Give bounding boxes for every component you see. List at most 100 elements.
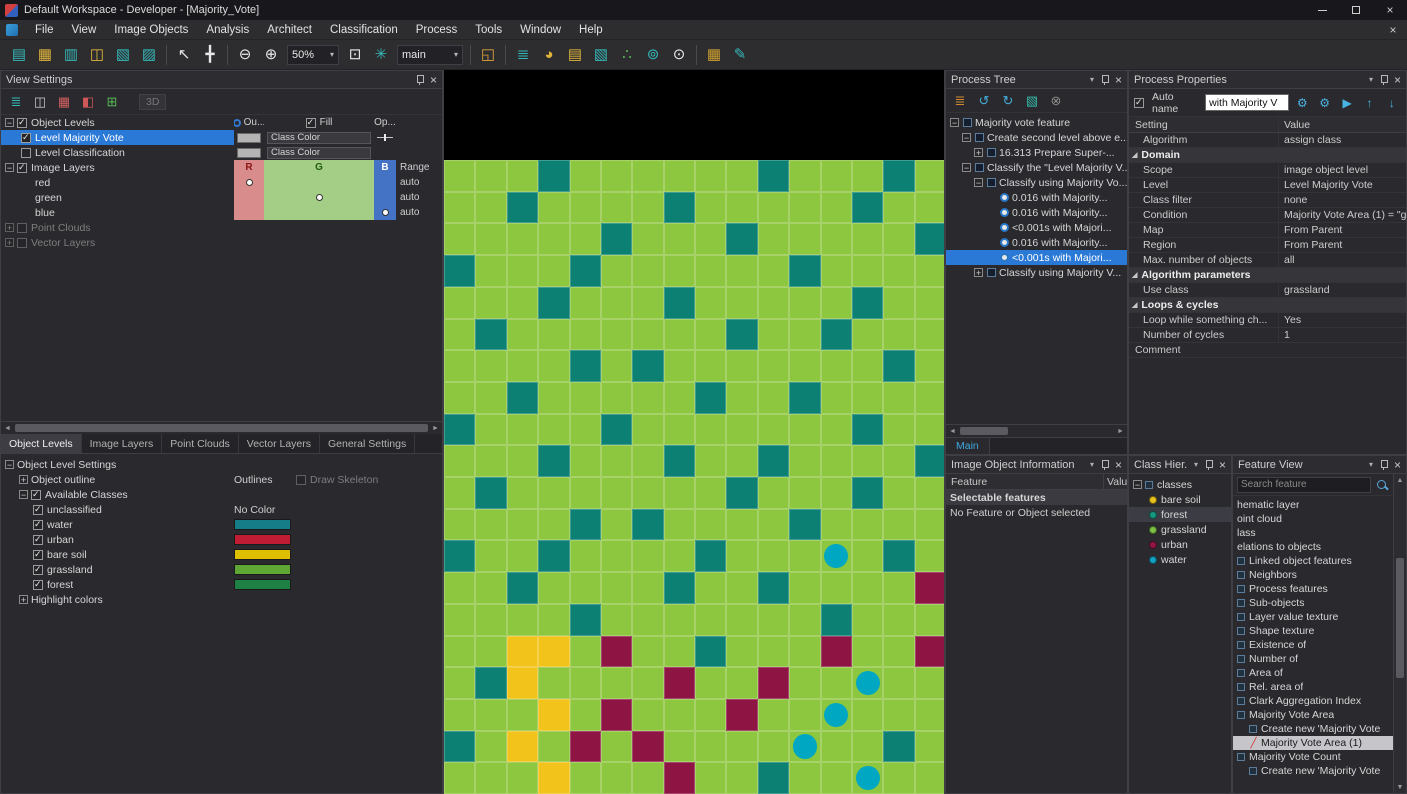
property-group-algorithm-parameters[interactable]: ◢Algorithm parameters — [1129, 268, 1406, 283]
ols-highlight-colors-row[interactable]: +Highlight colors — [1, 592, 442, 607]
map-cell-grassland[interactable] — [789, 604, 820, 636]
map-cell-grassland[interactable] — [789, 636, 820, 668]
map-cell-grassland[interactable] — [538, 223, 569, 255]
class-row-forest[interactable]: forest — [1, 577, 442, 592]
fill-checkbox[interactable] — [306, 118, 316, 128]
map-cell-grassland[interactable] — [915, 350, 945, 382]
class-checkbox[interactable] — [33, 580, 43, 590]
map-cell-forest[interactable] — [507, 572, 538, 604]
tab-image-layers[interactable]: Image Layers — [82, 434, 163, 453]
map-cell-forest[interactable] — [789, 382, 820, 414]
map-cell-forest[interactable] — [538, 287, 569, 319]
range-value[interactable]: auto — [396, 190, 442, 205]
map-cell-grassland[interactable] — [601, 509, 632, 541]
redo-button[interactable]: ↻ — [997, 91, 1019, 111]
feature-item-majority-vote-count[interactable]: Majority Vote Count — [1233, 750, 1393, 764]
map-cell-grassland[interactable] — [570, 319, 601, 351]
level-checkbox[interactable] — [21, 148, 31, 158]
map-cell-grassland[interactable] — [695, 160, 726, 192]
menu-item-architect[interactable]: Architect — [258, 20, 321, 39]
expander-icon[interactable]: − — [5, 460, 14, 469]
map-cell-grassland[interactable] — [538, 667, 569, 699]
map-cell-grassland[interactable] — [852, 319, 883, 351]
map-cell-forest[interactable] — [758, 160, 789, 192]
map-cell-urban[interactable] — [915, 572, 945, 604]
class-color-swatch[interactable] — [234, 579, 291, 590]
scroll-left-icon[interactable]: ◄ — [946, 425, 959, 437]
close-icon[interactable]: × — [430, 73, 437, 87]
map-cell-grassland[interactable] — [570, 477, 601, 509]
map-cell-grassland[interactable] — [538, 255, 569, 287]
map-cell-grassland[interactable] — [601, 477, 632, 509]
map-cell-grassland[interactable] — [789, 223, 820, 255]
create-workspace-button[interactable]: ▦ — [32, 43, 58, 67]
map-cell-forest[interactable] — [726, 477, 757, 509]
map-cell-urban[interactable] — [570, 731, 601, 763]
map-cell-grassland[interactable] — [570, 667, 601, 699]
tree-row-layer-red[interactable]: red auto — [1, 175, 442, 190]
map-cell-grassland[interactable] — [789, 192, 820, 224]
pin-icon[interactable] — [1204, 459, 1213, 471]
map-cell-grassland[interactable] — [789, 160, 820, 192]
map-cell-grassland[interactable] — [726, 509, 757, 541]
map-cell-grassland[interactable] — [789, 445, 820, 477]
map-cell-grassland[interactable] — [758, 382, 789, 414]
map-cell-grassland[interactable] — [444, 350, 475, 382]
map-cell-grassland[interactable] — [915, 477, 945, 509]
feature-item-majority-vote-area-1-[interactable]: ╱Majority Vote Area (1) — [1233, 736, 1393, 750]
map-cell-grassland[interactable] — [758, 477, 789, 509]
class-item-forest[interactable]: forest — [1129, 507, 1231, 522]
blue-channel-cell[interactable] — [374, 205, 396, 220]
class-item-water[interactable]: water — [1129, 552, 1231, 567]
map-cell-grassland[interactable] — [570, 540, 601, 572]
map-cell-urban[interactable] — [915, 636, 945, 668]
map-cell-grassland[interactable] — [695, 731, 726, 763]
open-workspace-button[interactable]: ▤ — [6, 43, 32, 67]
pin-icon[interactable] — [1379, 74, 1388, 86]
menu-item-classification[interactable]: Classification — [321, 20, 407, 39]
map-cell-grassland[interactable] — [915, 667, 945, 699]
expander-icon[interactable]: + — [974, 268, 983, 277]
draw-skeleton-checkbox[interactable] — [296, 475, 306, 485]
map-cell-grassland[interactable] — [475, 414, 506, 446]
property-row-scope[interactable]: Scopeimage object level — [1129, 163, 1406, 178]
map-cell-grassland[interactable] — [538, 477, 569, 509]
map-cell-grassland[interactable] — [664, 604, 695, 636]
menu-item-image-objects[interactable]: Image Objects — [105, 20, 197, 39]
map-cell-forest[interactable] — [789, 255, 820, 287]
feature-item-create-new-majority-vote[interactable]: Create new 'Majority Vote — [1233, 764, 1393, 778]
map-cell-grassland[interactable] — [821, 572, 852, 604]
map-cell-grassland[interactable] — [821, 445, 852, 477]
map-cell-grassland[interactable] — [570, 382, 601, 414]
map-cell-grassland[interactable] — [601, 382, 632, 414]
green-channel-header[interactable]: G — [264, 160, 374, 175]
map-cell-forest[interactable] — [852, 287, 883, 319]
map-cell-grassland[interactable] — [883, 509, 914, 541]
expander-icon[interactable]: − — [950, 118, 959, 127]
map-cell-grassland[interactable] — [664, 223, 695, 255]
map-cell-grassland[interactable] — [664, 540, 695, 572]
map-cell-grassland[interactable] — [475, 445, 506, 477]
property-value[interactable]: all — [1279, 253, 1406, 267]
map-cell-grassland[interactable] — [852, 255, 883, 287]
blue-channel-header[interactable]: B — [374, 160, 396, 175]
zoom-in-button[interactable]: ⊕ — [258, 43, 284, 67]
map-cell-grassland[interactable] — [507, 540, 538, 572]
map-cell-grassland[interactable] — [601, 572, 632, 604]
map-cell-grassland[interactable] — [821, 382, 852, 414]
process-profiler-button[interactable]: ≣ — [949, 91, 971, 111]
class-item-urban[interactable]: urban — [1129, 537, 1231, 552]
map-cell-forest[interactable] — [632, 509, 663, 541]
map-cell-grassland[interactable] — [883, 762, 914, 794]
map-cell-forest[interactable] — [664, 287, 695, 319]
map-cell-grassland[interactable] — [726, 572, 757, 604]
map-cell-grassland[interactable] — [695, 477, 726, 509]
map-cell-grassland[interactable] — [601, 160, 632, 192]
map-cell-grassland[interactable] — [570, 445, 601, 477]
expander-icon[interactable]: + — [5, 238, 14, 247]
map-cell-grassland[interactable] — [632, 160, 663, 192]
pixel-grid-button[interactable]: ▦ — [701, 43, 727, 67]
map-cell-grassland[interactable] — [852, 540, 883, 572]
map-cell-grassland[interactable] — [726, 255, 757, 287]
map-cell-grassland[interactable] — [632, 414, 663, 446]
